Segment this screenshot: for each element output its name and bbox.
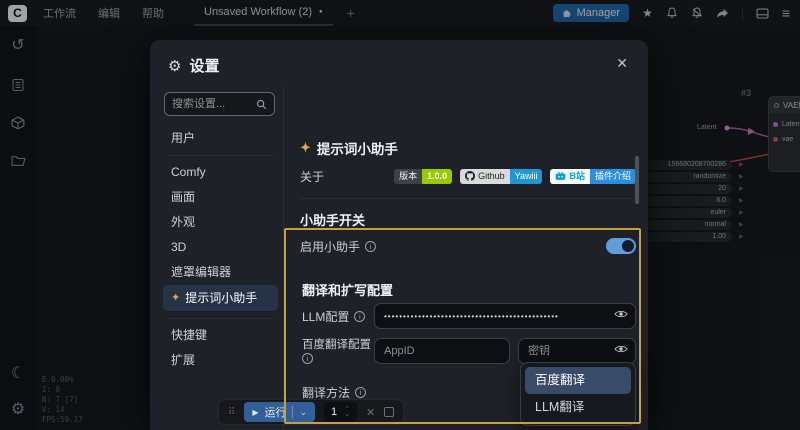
scrollbar-thumb[interactable] [635,156,639,204]
batch-count-stepper[interactable]: 1 ⌃ ⌄ [324,402,358,422]
eye-icon[interactable] [614,344,628,354]
eye-icon[interactable] [614,309,628,319]
settings-nav-3d[interactable]: 3D [163,235,278,260]
close-icon[interactable]: ✕ [616,55,628,72]
info-icon[interactable]: i [355,386,367,398]
settings-nav-comfy[interactable]: Comfy [163,160,278,185]
method-label: 翻译方法 [302,385,351,400]
settings-gear-icon: ⚙ [168,57,182,75]
info-icon[interactable]: i [365,240,377,252]
bilibili-badge[interactable]: B站 插件介绍 [550,168,636,184]
settings-nav-prompt-assistant[interactable]: ✦ 提示词小助手 [163,285,278,311]
search-input[interactable] [172,98,256,110]
panel-title: 提示词小助手 [316,142,398,157]
sparkle-icon: ✦ [171,292,181,304]
settings-nav-extensions[interactable]: 扩展 [163,348,278,373]
run-button[interactable]: ▶ 运行 ⌄ [244,402,316,422]
dropdown-option-llm[interactable]: LLM翻译 [525,394,631,421]
settings-nav-canvas[interactable]: 画面 [163,185,278,210]
search-icon [256,99,267,109]
drag-handle-icon[interactable]: ⠿ [228,407,235,418]
stop-icon[interactable] [384,407,395,417]
chevron-down-icon[interactable]: ⌄ [299,407,307,418]
about-label: 关于 [300,169,325,184]
llm-config-input[interactable] [374,303,636,329]
step-down-icon[interactable]: ⌄ [344,411,350,418]
llm-config-label: LLM配置 [302,309,350,324]
method-dropdown-menu: 百度翻译 LLM翻译 [520,362,636,426]
enable-assistant-toggle[interactable] [606,238,636,254]
switch-section-title: 小助手开关 [300,213,366,228]
section-divider [300,198,636,199]
nav-divider [167,318,274,319]
run-toolbar: ⠿ ▶ 运行 ⌄ 1 ⌃ ⌄ ✕ [218,399,405,425]
settings-nav-user[interactable]: 用户 [163,126,278,151]
settings-nav-shortcuts[interactable]: 快捷键 [163,323,278,348]
version-badge: 版本 1.0.0 [394,168,453,184]
app-window: #3 Latent 156680208700286 randomize 20 8… [0,0,800,430]
enable-label: 启用小助手 [300,239,361,254]
baidu-appid-input[interactable] [374,338,510,364]
baidu-config-label: 百度翻译配置 [302,339,371,351]
dialog-title: 设置 [189,58,220,75]
sparkle-icon: ✦ [300,140,311,155]
config-section-title: 翻译和扩写配置 [302,283,394,298]
bilibili-tv-icon [556,171,566,180]
clear-queue-icon[interactable]: ✕ [366,406,375,419]
info-icon[interactable]: i [302,353,313,364]
settings-nav-appearance[interactable]: 外观 [163,210,278,235]
settings-search[interactable] [164,92,275,116]
info-icon[interactable]: i [354,310,366,322]
play-icon: ▶ [252,407,259,417]
github-badge[interactable]: Github Yawiii [460,168,543,184]
settings-nav: 用户 Comfy 画面 外观 3D 遮罩编辑器 ✦ 提示词小助手 快捷键 扩展 [158,86,284,430]
nav-divider [167,155,274,156]
settings-nav-mask-editor[interactable]: 遮罩编辑器 [163,260,278,285]
dropdown-option-baidu[interactable]: 百度翻译 [525,367,631,394]
github-icon [465,171,476,181]
